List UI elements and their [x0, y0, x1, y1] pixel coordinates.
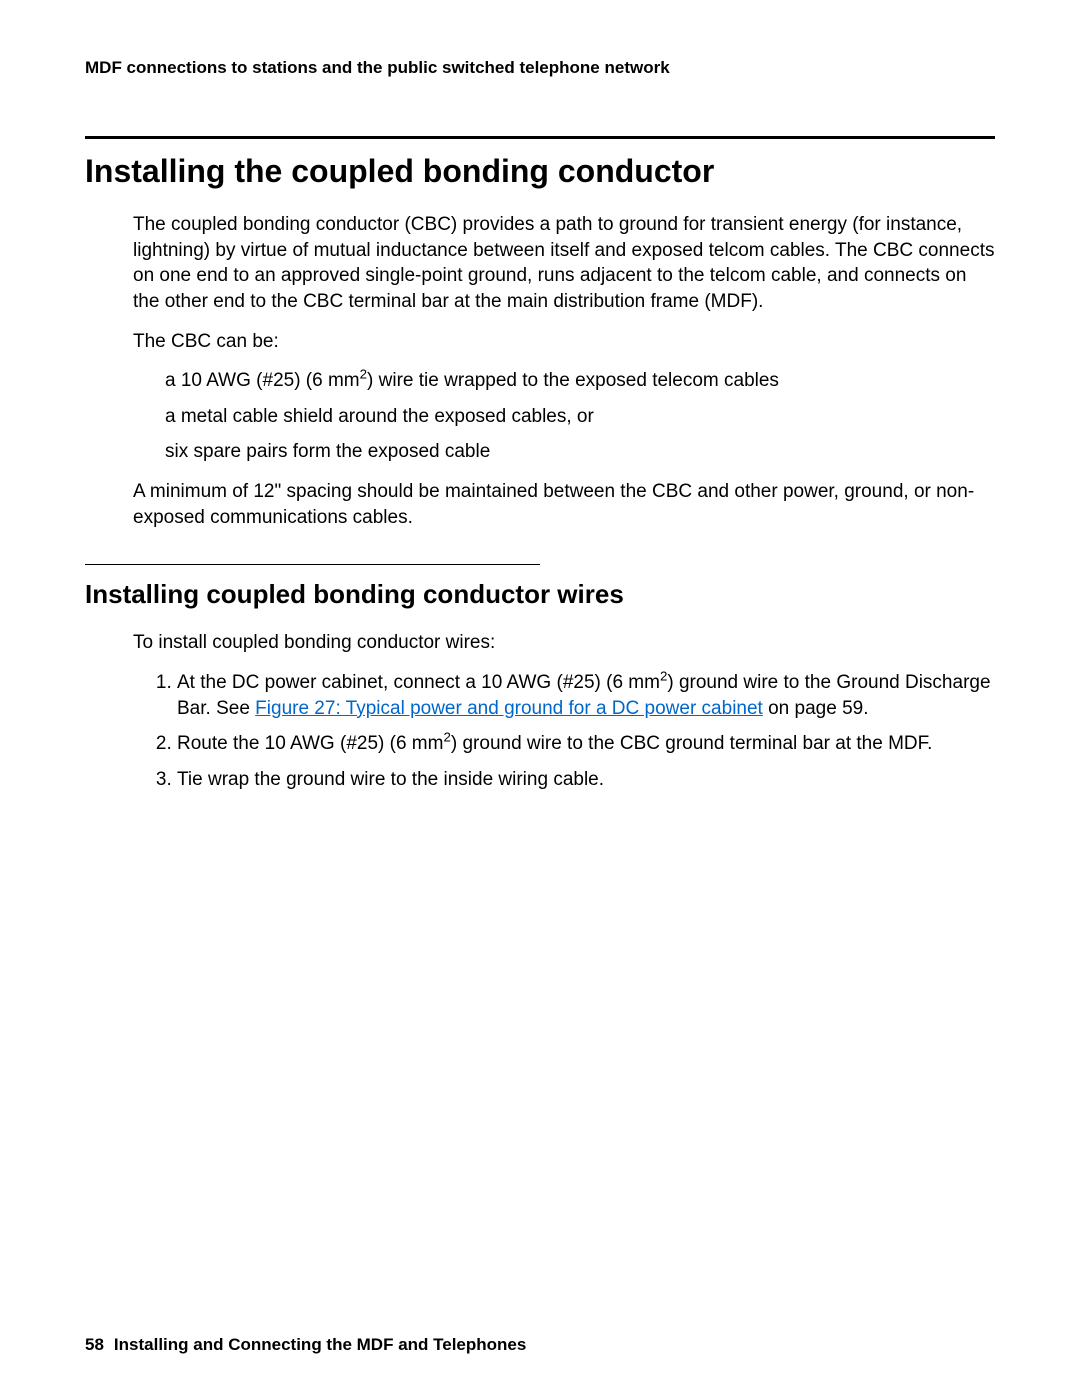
section2-body: To install coupled bonding conductor wir…	[133, 630, 995, 792]
subsection-rule	[85, 564, 540, 565]
figure-cross-reference-link[interactable]: Figure 27: Typical power and ground for …	[255, 698, 763, 719]
page-footer: 58 Installing and Connecting the MDF and …	[85, 1335, 526, 1355]
text: ) wire tie wrapped to the exposed teleco…	[367, 370, 779, 391]
footer-title: Installing and Connecting the MDF and Te…	[114, 1335, 526, 1354]
text: on page 59.	[763, 698, 869, 719]
text: Route the 10 AWG (#25) (6 mm	[177, 733, 443, 754]
page: MDF connections to stations and the publ…	[0, 0, 1080, 1397]
text: a 10 AWG (#25) (6 mm	[165, 370, 360, 391]
list-item: At the DC power cabinet, connect a 10 AW…	[177, 670, 995, 721]
paragraph: A minimum of 12" spacing should be maint…	[133, 479, 995, 530]
text: At the DC power cabinet, connect a 10 AW…	[177, 672, 660, 693]
text: ) ground wire to the CBC ground terminal…	[451, 733, 933, 754]
superscript: 2	[360, 367, 367, 382]
section-heading-install-cbc: Installing the coupled bonding conductor	[85, 153, 995, 190]
list-item: Route the 10 AWG (#25) (6 mm2) ground wi…	[177, 731, 995, 757]
bullet-list: a 10 AWG (#25) (6 mm2) wire tie wrapped …	[133, 368, 995, 465]
section1-body: The coupled bonding conductor (CBC) prov…	[133, 212, 995, 465]
paragraph: The CBC can be:	[133, 329, 995, 355]
list-item: Tie wrap the ground wire to the inside w…	[177, 767, 995, 793]
section1-closing: A minimum of 12" spacing should be maint…	[133, 479, 995, 530]
list-item: six spare pairs form the exposed cable	[165, 439, 995, 465]
superscript: 2	[443, 730, 450, 745]
paragraph: To install coupled bonding conductor wir…	[133, 630, 995, 656]
running-header: MDF connections to stations and the publ…	[85, 58, 995, 78]
page-number: 58	[85, 1335, 104, 1354]
ordered-list: At the DC power cabinet, connect a 10 AW…	[133, 670, 995, 793]
list-item: a 10 AWG (#25) (6 mm2) wire tie wrapped …	[165, 368, 995, 394]
section-rule	[85, 136, 995, 139]
list-item: a metal cable shield around the exposed …	[165, 404, 995, 430]
section-heading-install-cbc-wires: Installing coupled bonding conductor wir…	[85, 579, 995, 610]
paragraph: The coupled bonding conductor (CBC) prov…	[133, 212, 995, 315]
